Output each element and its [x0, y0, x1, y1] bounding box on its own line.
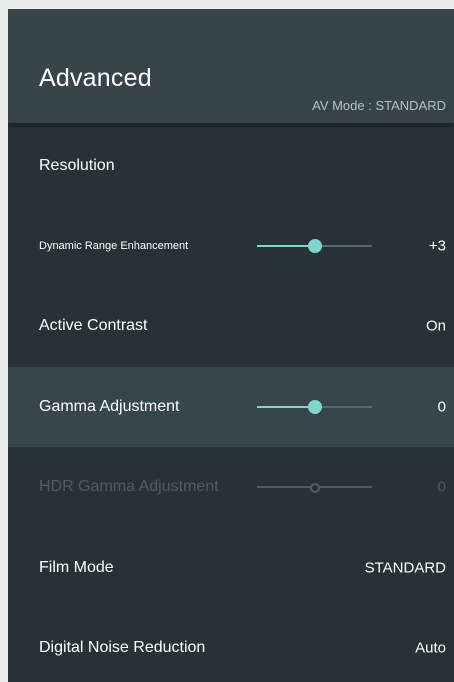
menu-item-value: On [425, 317, 446, 335]
slider-fill [257, 245, 315, 247]
slider-knob[interactable] [307, 239, 322, 253]
menu-item-label: Resolution [39, 157, 115, 174]
menu-item-dynamic-range-enhancement[interactable]: Dynamic Range Enhancement +3 [8, 206, 454, 286]
menu-item-label: Film Mode [39, 559, 114, 576]
menu-item-label: Dynamic Range Enhancement [39, 240, 189, 252]
menu-item-film-mode[interactable]: Film Mode STANDARD [8, 528, 454, 608]
menu-item-label: HDR Gamma Adjustment [39, 478, 219, 495]
menu-item-value: +3 [428, 237, 446, 255]
slider-knob[interactable] [307, 400, 322, 414]
menu-item-gamma-adjustment[interactable]: Gamma Adjustment 0 [8, 367, 454, 447]
menu-item-label: Digital Noise Reduction [39, 639, 206, 656]
menu-item-value: 0 [437, 398, 446, 416]
gamma-adjustment-slider[interactable] [257, 400, 372, 414]
menu-item-hdr-gamma-adjustment: HDR Gamma Adjustment 0 [8, 447, 454, 527]
menu-item-active-contrast[interactable]: Active Contrast On [8, 286, 454, 366]
slider-fill [257, 486, 315, 488]
hdr-gamma-adjustment-slider [257, 480, 372, 494]
panel-header: Advanced AV Mode : STANDARD [8, 9, 454, 123]
advanced-settings-panel: Advanced AV Mode : STANDARD Resolution D… [8, 9, 454, 682]
menu-item-value: 0 [437, 478, 446, 496]
av-mode-indicator: AV Mode : STANDARD [312, 98, 446, 113]
page-title: Advanced [39, 64, 152, 92]
menu-item-value: Auto [415, 639, 446, 657]
slider-knob [309, 483, 320, 493]
menu-item-value: STANDARD [364, 559, 446, 577]
menu-item-resolution[interactable]: Resolution [8, 126, 454, 206]
menu-item-digital-noise-reduction[interactable]: Digital Noise Reduction Auto [8, 608, 454, 682]
menu-item-label: Active Contrast [39, 317, 148, 334]
menu-item-label: Gamma Adjustment [39, 398, 180, 415]
slider-fill [257, 406, 315, 408]
dynamic-range-slider[interactable] [257, 239, 372, 253]
